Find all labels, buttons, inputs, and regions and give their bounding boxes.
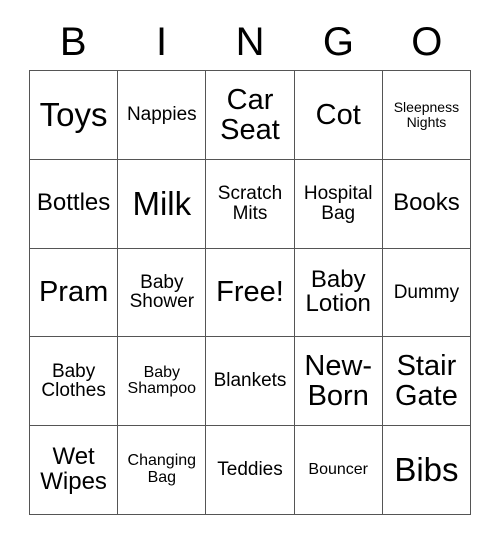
- bingo-cell[interactable]: Teddies: [206, 426, 295, 515]
- bingo-cell[interactable]: Toys: [30, 71, 119, 160]
- bingo-cell[interactable]: Changing Bag: [118, 426, 207, 515]
- bingo-cell-label: Hospital Bag: [303, 182, 373, 224]
- bingo-header-letter-b: B: [59, 20, 87, 64]
- bingo-header-letter-n: N: [235, 20, 265, 64]
- bingo-cell[interactable]: Bibs: [382, 426, 472, 515]
- bingo-cell[interactable]: Bottles: [30, 159, 119, 249]
- bingo-cell[interactable]: Car Seat: [206, 71, 295, 160]
- bingo-row: Wet Wipes Changing Bag Teddies Bouncer Bibs: [30, 426, 472, 515]
- bingo-cell-label: Car Seat: [220, 83, 280, 146]
- bingo-grid: Toys Nappies Car Seat Cot Sleepness Nights Bo…: [29, 70, 472, 515]
- bingo-cell-label: Stair Gate: [394, 350, 458, 413]
- bingo-cell[interactable]: Scratch Mits: [206, 159, 295, 249]
- bingo-cell[interactable]: Cot: [294, 71, 383, 160]
- bingo-cell-label: Changing Bag: [127, 452, 197, 487]
- bingo-row: Pram Baby Shower Free! Baby Lotion Dummy: [30, 248, 472, 338]
- bingo-cell-label: Sleepness Nights: [393, 99, 460, 130]
- bingo-cell-label: Free!: [216, 276, 284, 309]
- bingo-header-letter-i: I: [156, 20, 168, 64]
- bingo-cell-label: Scratch Mits: [217, 182, 283, 224]
- bingo-row: Baby Clothes Baby Shampoo Blankets New-Born…: [30, 337, 472, 427]
- bingo-cell[interactable]: Baby Lotion: [294, 248, 383, 338]
- bingo-row: Toys Nappies Car Seat Cot Sleepness Nights: [30, 71, 472, 160]
- bingo-cell-label: Cot: [315, 98, 361, 131]
- bingo-header-row: BINGO: [29, 14, 471, 70]
- bingo-header-letter-g: G: [322, 20, 354, 64]
- bingo-card: B I N G O Toys Nappies Car Seat Cot Sleepness Ni…: [0, 0, 500, 544]
- bingo-cell[interactable]: Hospital Bag: [294, 159, 383, 249]
- bingo-cell-label: Milk: [132, 184, 192, 222]
- bingo-cell-label: Baby Clothes: [41, 360, 106, 402]
- bingo-cell-label: New-Born: [304, 350, 373, 413]
- bingo-cell-label: Teddies: [217, 459, 283, 481]
- bingo-cell[interactable]: New-Born: [294, 337, 383, 427]
- bingo-cell-label: Blankets: [213, 370, 287, 392]
- bingo-cell[interactable]: Nappies: [118, 71, 207, 160]
- bingo-cell[interactable]: Milk: [118, 159, 207, 249]
- bingo-header-letter-o: O: [411, 20, 443, 64]
- bingo-cell-label: Baby Lotion: [305, 265, 371, 318]
- bingo-cell[interactable]: Sleepness Nights: [382, 71, 472, 160]
- bingo-cell[interactable]: Wet Wipes: [30, 426, 119, 515]
- bingo-cell-label: Wet Wipes: [40, 443, 107, 496]
- bingo-cell-label: Pram: [38, 276, 109, 309]
- bingo-cell-label: Bibs: [394, 450, 459, 488]
- bingo-cell-label: Bottles: [36, 189, 111, 217]
- bingo-row: Bottles Milk Scratch Mits Hospital Bag Books: [30, 159, 472, 249]
- bingo-cell-label: Dummy: [393, 281, 460, 303]
- bingo-cell-label: Baby Shampoo: [127, 363, 197, 398]
- bingo-cell[interactable]: Pram: [30, 248, 119, 338]
- bingo-cell[interactable]: Blankets: [206, 337, 295, 427]
- bingo-cell-label: Books: [393, 189, 460, 217]
- bingo-cell[interactable]: Bouncer: [294, 426, 383, 515]
- bingo-cell-label: Nappies: [126, 104, 197, 126]
- bingo-cell[interactable]: Dummy: [382, 248, 472, 338]
- bingo-cell[interactable]: Free!: [206, 248, 295, 338]
- bingo-cell-label: Toys: [39, 95, 108, 133]
- bingo-cell-label: Bouncer: [308, 460, 368, 478]
- bingo-cell-label: Baby Shower: [129, 271, 195, 313]
- bingo-cell[interactable]: Stair Gate: [382, 337, 472, 427]
- bingo-cell[interactable]: Baby Clothes: [30, 337, 119, 427]
- bingo-cell[interactable]: Books: [382, 159, 472, 249]
- bingo-cell[interactable]: Baby Shower: [118, 248, 207, 338]
- bingo-cell[interactable]: Baby Shampoo: [118, 337, 207, 427]
